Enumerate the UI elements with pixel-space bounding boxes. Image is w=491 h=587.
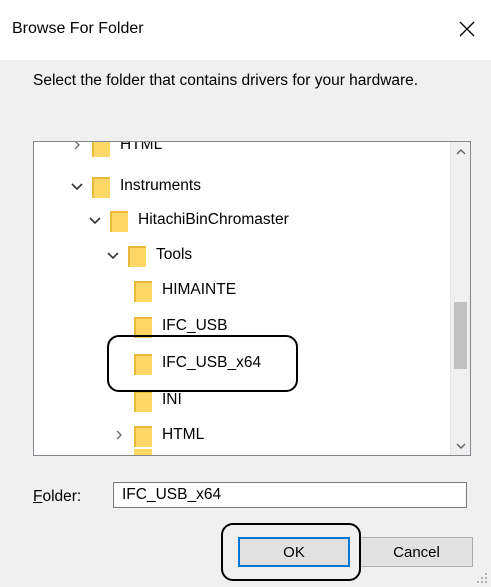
tree-item-himainte[interactable]: HIMAINTE <box>134 273 236 307</box>
chevron-right-icon[interactable] <box>68 142 86 162</box>
tree-item-label: IFC_USB <box>162 317 228 334</box>
folder-icon <box>110 211 128 232</box>
folder-icon <box>134 426 152 447</box>
tree-item-ini[interactable]: INI <box>134 383 182 417</box>
folder-tree[interactable]: HTML Instruments HitachiBinChromaster To… <box>33 141 471 456</box>
folder-tree-viewport: HTML Instruments HitachiBinChromaster To… <box>34 142 450 455</box>
folder-field-label: Folder: <box>33 488 82 505</box>
folder-icon <box>134 391 152 412</box>
tree-item-label: Tools <box>156 246 193 263</box>
chevron-right-icon[interactable] <box>110 418 128 452</box>
tree-item-html-top[interactable]: HTML <box>68 142 162 162</box>
tree-item-label: INI <box>162 391 182 408</box>
folder-icon <box>134 354 152 375</box>
tree-item-label: HitachiBinChromaster <box>138 211 289 228</box>
tree-item-label: HIMAINTE <box>162 281 237 298</box>
tree-item-html[interactable]: HTML <box>110 418 204 452</box>
ok-button[interactable]: OK <box>238 537 350 567</box>
resize-grip-icon[interactable] <box>476 572 488 584</box>
tree-item-instruments[interactable]: Instruments <box>68 169 201 203</box>
scroll-down-button[interactable] <box>451 436 470 455</box>
cancel-button[interactable]: Cancel <box>360 537 473 567</box>
chevron-down-icon <box>456 443 465 449</box>
tree-item-tools[interactable]: Tools <box>104 238 192 272</box>
folder-icon <box>92 142 110 157</box>
tree-scrollbar[interactable] <box>450 142 470 455</box>
tree-item-label: IFC_USB_x64 <box>162 354 262 371</box>
window-title: Browse For Folder <box>12 20 144 37</box>
folder-icon <box>134 449 152 455</box>
chevron-up-icon <box>456 148 465 154</box>
chevron-down-icon[interactable] <box>104 238 122 272</box>
chevron-down-icon[interactable] <box>86 203 104 237</box>
folder-icon <box>134 317 152 338</box>
tree-item-ifc-usb[interactable]: IFC_USB <box>134 309 227 343</box>
chevron-down-icon[interactable] <box>68 169 86 203</box>
close-button[interactable] <box>452 14 482 44</box>
folder-icon <box>134 281 152 302</box>
dialog-prompt: Select the folder that contains drivers … <box>33 72 419 89</box>
tree-item-ifc-usb-x64[interactable]: IFC_USB_x64 <box>134 346 261 380</box>
folder-icon <box>128 246 146 267</box>
close-icon <box>459 21 475 37</box>
scroll-up-button[interactable] <box>451 142 470 161</box>
tree-item-label: Instruments <box>120 177 201 194</box>
folder-icon <box>92 177 110 198</box>
scrollbar-thumb[interactable] <box>454 302 467 369</box>
title-bar: Browse For Folder <box>0 0 491 60</box>
tree-item-label: HTML <box>120 142 163 153</box>
folder-input[interactable] <box>113 482 467 508</box>
tree-item-label: HTML <box>162 426 205 443</box>
tree-item-hitachibinchromaster[interactable]: HitachiBinChromaster <box>86 203 289 237</box>
